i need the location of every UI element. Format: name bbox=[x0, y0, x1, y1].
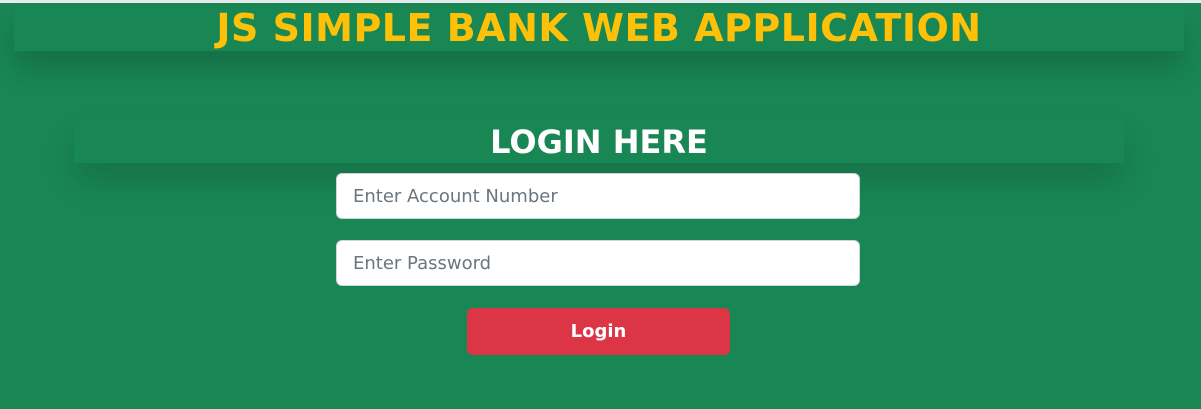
login-heading-bar: LOGIN HERE bbox=[74, 121, 1124, 163]
login-button[interactable]: Login bbox=[467, 308, 730, 355]
password-input[interactable] bbox=[336, 240, 860, 286]
app-title: JS SIMPLE BANK WEB APPLICATION bbox=[216, 6, 982, 50]
login-heading: LOGIN HERE bbox=[490, 123, 708, 161]
account-number-input[interactable] bbox=[336, 173, 860, 219]
app-header: JS SIMPLE BANK WEB APPLICATION bbox=[14, 5, 1184, 51]
